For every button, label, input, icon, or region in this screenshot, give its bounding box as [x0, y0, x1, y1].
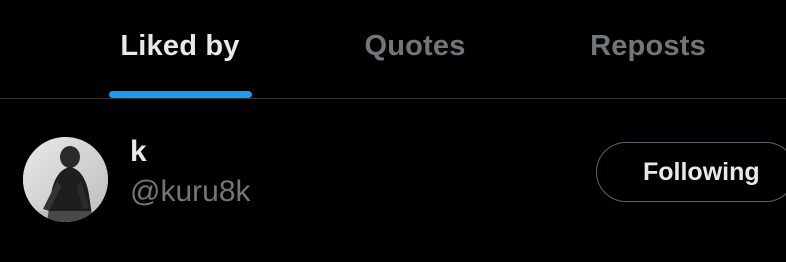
following-button[interactable]: Following	[596, 142, 786, 202]
user-list-item[interactable]: k @kuru8k Following	[0, 99, 786, 262]
tab-quotes[interactable]: Quotes	[325, 0, 505, 98]
avatar[interactable]	[23, 137, 108, 222]
tab-liked-by-label: Liked by	[120, 29, 240, 62]
tab-liked-by[interactable]: Liked by	[90, 0, 270, 98]
display-name[interactable]: k	[130, 135, 147, 169]
user-handle: @kuru8k	[130, 175, 251, 208]
tab-quotes-label: Quotes	[364, 29, 466, 62]
tab-reposts-label: Reposts	[590, 29, 706, 62]
user-avatar-photo-icon	[23, 137, 108, 222]
engagement-tabs: Liked by Quotes Reposts	[0, 0, 786, 99]
active-tab-indicator	[109, 91, 252, 98]
tab-reposts[interactable]: Reposts	[558, 0, 738, 98]
